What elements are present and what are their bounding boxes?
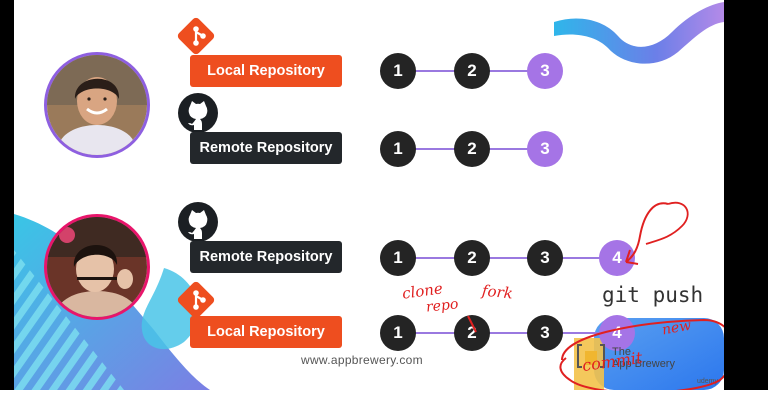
bottom-margin xyxy=(0,390,768,405)
slide: Local Repository Remote Repository Remot… xyxy=(14,0,724,390)
handwritten-note-repo: repo xyxy=(425,296,460,316)
right-black-border xyxy=(724,0,768,390)
red-pointer-stroke xyxy=(467,315,477,333)
left-black-border xyxy=(0,0,14,405)
handwritten-annotations xyxy=(467,201,724,390)
red-arrow-annotation xyxy=(625,202,669,265)
handwritten-note-fork: fork xyxy=(481,281,514,303)
